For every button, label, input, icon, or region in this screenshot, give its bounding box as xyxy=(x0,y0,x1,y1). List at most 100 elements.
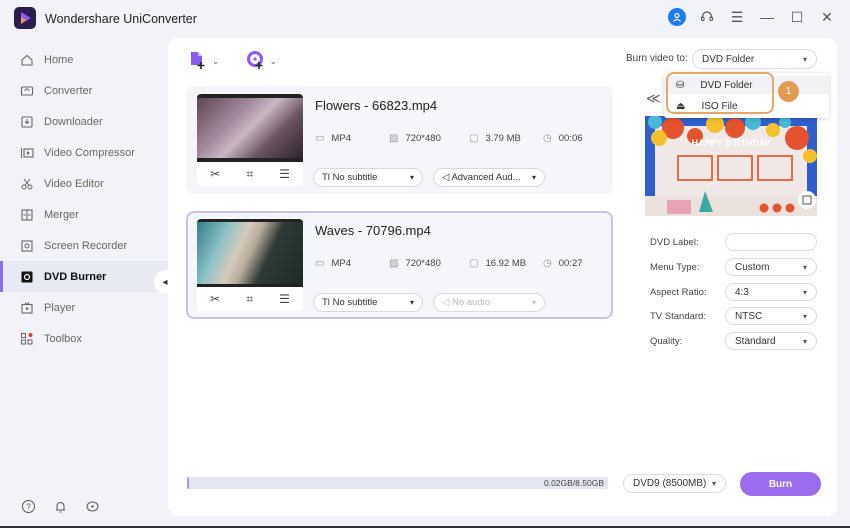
add-disc-button[interactable]: ⌄ xyxy=(246,50,278,72)
sidebar-item-player[interactable]: Player xyxy=(0,292,168,323)
menu-type-select[interactable]: Custom ▾ xyxy=(725,258,817,276)
sidebar-item-toolbox[interactable]: Toolbox xyxy=(0,323,168,354)
chevron-down-icon: ▾ xyxy=(409,298,414,307)
file-card[interactable]: ✂ ⌗ ☰ Flowers - 66823.mp4 ▭ MP4 ▨ 720*480 … xyxy=(186,86,613,194)
svg-text:?: ? xyxy=(26,502,31,511)
audio-value: Advanced Aud... xyxy=(451,172,521,183)
sidebar-item-label: Video Editor xyxy=(44,177,104,190)
menu-icon[interactable]: ☰ xyxy=(728,8,746,26)
quality-value: Standard xyxy=(735,335,776,347)
chevron-down-icon: ▾ xyxy=(802,54,807,64)
chevron-down-icon: ▾ xyxy=(802,287,807,297)
aspect-ratio-select[interactable]: 4:3 ▾ xyxy=(725,283,817,301)
sidebar-item-video-editor[interactable]: Video Editor xyxy=(0,168,168,199)
sidebar-item-dvd-burner[interactable]: DVD Burner xyxy=(0,261,168,292)
tv-standard-row: TV Standard: NTSC ▾ xyxy=(650,307,817,325)
subtitle-value: No subtitle xyxy=(332,172,378,183)
sidebar-item-merger[interactable]: Merger xyxy=(0,199,168,230)
chevron-down-icon: ▾ xyxy=(409,173,414,182)
aspect-ratio-label: Aspect Ratio: xyxy=(650,286,707,298)
file-size: 16.92 MB xyxy=(485,258,527,269)
dvd-label-input[interactable] xyxy=(725,233,817,251)
disc-type-value: DVD9 (8500MB) xyxy=(633,478,707,489)
file-name: Waves - 70796.mp4 xyxy=(315,223,431,238)
file-resolution: 720*480 xyxy=(405,133,441,144)
subtitle-select[interactable]: Tl No subtitle ▾ xyxy=(313,168,423,187)
crop-icon[interactable]: ⌗ xyxy=(246,167,253,182)
quality-label: Quality: xyxy=(650,335,683,347)
crop-icon[interactable]: ⌗ xyxy=(246,292,253,307)
minimize-icon[interactable]: — xyxy=(758,8,776,26)
storage-fill xyxy=(187,477,189,489)
chevron-down-icon: ⌄ xyxy=(212,55,220,66)
help-icon[interactable]: ? xyxy=(20,498,36,514)
quality-select[interactable]: Standard ▾ xyxy=(725,332,817,350)
trim-icon[interactable]: ✂ xyxy=(210,292,220,306)
speaker-icon: ◁ xyxy=(442,297,450,308)
trim-icon[interactable]: ✂ xyxy=(210,167,220,181)
file-format: MP4 xyxy=(331,133,351,144)
add-files-button[interactable]: ⌄ xyxy=(188,50,220,72)
tv-standard-select[interactable]: NTSC ▾ xyxy=(725,307,817,325)
sidebar-item-screen-recorder[interactable]: Screen Recorder xyxy=(0,230,168,261)
chevron-down-icon: ⌄ xyxy=(269,55,278,66)
burn-button[interactable]: Burn xyxy=(740,472,821,496)
sidebar-item-downloader[interactable]: Downloader xyxy=(0,106,168,137)
subtitle-icon: Tl xyxy=(322,172,330,183)
clock-icon: ◷ xyxy=(543,258,552,269)
sidebar-item-label: Player xyxy=(44,301,76,314)
close-icon[interactable]: ✕ xyxy=(818,8,836,26)
burn-to-select[interactable]: DVD Folder ▾ xyxy=(692,49,817,69)
subtitle-select[interactable]: Tl No subtitle ▾ xyxy=(313,293,423,312)
disc-type-select[interactable]: DVD9 (8500MB) ▾ xyxy=(623,474,726,493)
sidebar-item-video-compressor[interactable]: Video Compressor xyxy=(0,137,168,168)
video-format-icon: ▭ xyxy=(315,133,325,144)
add-disc-icon xyxy=(246,50,266,72)
support-icon[interactable] xyxy=(698,8,716,26)
speaker-icon: ◁ xyxy=(442,172,450,183)
feedback-icon[interactable] xyxy=(84,498,100,514)
aspect-ratio-value: 4:3 xyxy=(735,286,749,298)
file-resolution: 720*480 xyxy=(405,258,441,269)
chevron-down-icon: ▾ xyxy=(711,479,716,488)
sidebar-item-label: Screen Recorder xyxy=(44,239,128,252)
video-thumbnail xyxy=(197,219,303,287)
sidebar-item-converter[interactable]: Converter xyxy=(0,75,168,106)
chevron-down-icon: ▾ xyxy=(531,298,536,307)
chevron-down-icon: ▾ xyxy=(802,311,807,321)
audio-select[interactable]: ◁ Advanced Aud... ▾ xyxy=(433,168,545,187)
subtitle-value: No subtitle xyxy=(332,297,378,308)
account-icon[interactable] xyxy=(668,8,686,26)
home-icon xyxy=(19,52,35,68)
previous-template-icon[interactable]: ≪ xyxy=(646,90,661,107)
edit-template-icon[interactable] xyxy=(798,191,818,211)
file-duration: 00:06 xyxy=(558,133,583,144)
file-format: MP4 xyxy=(331,258,351,269)
menu-type-row: Menu Type: Custom ▾ xyxy=(650,258,817,276)
sidebar-item-home[interactable]: Home xyxy=(0,44,168,75)
sidebar-item-label: Video Compressor xyxy=(44,146,135,159)
title-bar: Wondershare UniConverter ☰ — ☐ ✕ xyxy=(0,0,850,36)
audio-select[interactable]: ◁ No audio ▾ xyxy=(433,293,545,312)
screen-recorder-icon xyxy=(19,238,35,254)
add-file-icon xyxy=(188,50,208,72)
file-card-selected[interactable]: ✂ ⌗ ☰ Waves - 70796.mp4 ▭ MP4 ▨ 720*480 ▢ 1… xyxy=(186,211,613,319)
bell-icon[interactable] xyxy=(52,498,68,514)
chevron-down-icon: ▾ xyxy=(531,173,536,182)
menu-type-value: Custom xyxy=(735,261,770,273)
effects-icon[interactable]: ☰ xyxy=(279,167,290,181)
toolbox-icon xyxy=(19,331,35,347)
quality-row: Quality: Standard ▾ xyxy=(650,332,817,350)
subtitle-icon: Tl xyxy=(322,297,330,308)
maximize-icon[interactable]: ☐ xyxy=(788,8,806,26)
file-name: Flowers - 66823.mp4 xyxy=(315,98,438,113)
app-logo xyxy=(14,7,36,29)
dvd-icon xyxy=(19,269,35,285)
sidebar: Home Converter Downloader Video Compress… xyxy=(0,44,168,354)
effects-icon[interactable]: ☰ xyxy=(279,292,290,306)
menu-type-label: Menu Type: xyxy=(650,261,700,273)
step-badge: 1 xyxy=(778,81,799,102)
scissors-icon xyxy=(19,176,35,192)
file-duration: 00:27 xyxy=(558,258,583,269)
burn-to-label: Burn video to: xyxy=(626,53,688,64)
